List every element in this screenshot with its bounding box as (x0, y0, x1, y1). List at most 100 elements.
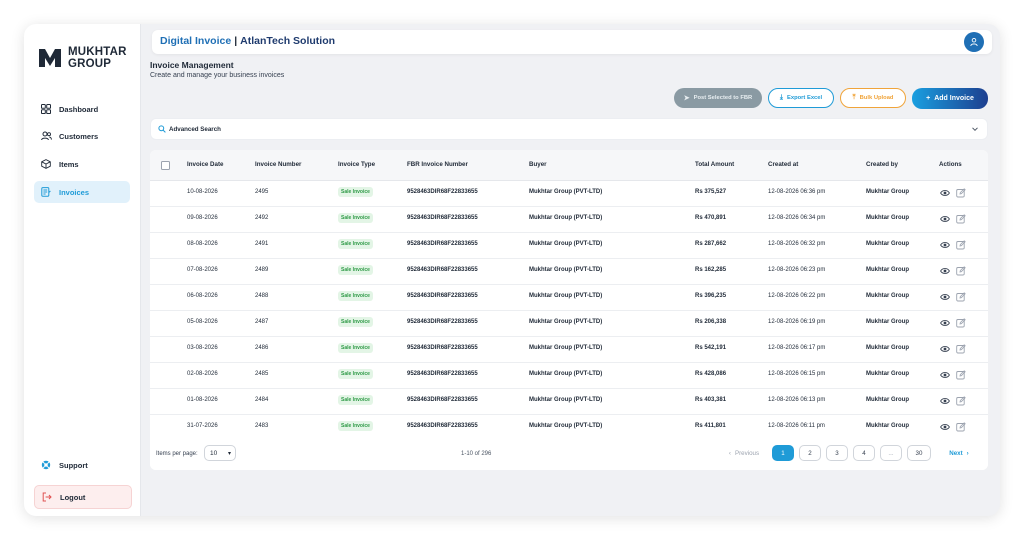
sidebar-item-label: Items (59, 159, 79, 169)
export-excel-label: Export Excel (786, 95, 823, 101)
logout-icon (41, 491, 53, 503)
page-button[interactable]: 3 (826, 445, 848, 461)
cell-created-by: Mukhtar Group (866, 241, 909, 247)
cell-buyer: Mukhtar Group (PVT-LTD) (529, 189, 603, 195)
view-icon[interactable] (939, 239, 950, 250)
cell-total-amount: Rs 411,801 (695, 423, 726, 429)
edit-icon[interactable] (955, 213, 966, 224)
header-invoice-number[interactable]: Invoice Number (255, 161, 301, 168)
items-per-page-select[interactable]: 10 ▾ (204, 445, 236, 461)
advanced-search-toggle[interactable]: Advanced Search (150, 118, 988, 140)
chevron-down-icon: ▾ (227, 451, 231, 457)
sidebar-item-label: Support (59, 460, 88, 470)
app-title: Digital Invoice | AtlanTech Solution (160, 35, 335, 47)
cell-fbr-invoice-number: 9528463DIR68F22833655 (407, 345, 478, 351)
post-to-fbr-button[interactable]: ➤ Post Selected to FBR (674, 88, 762, 108)
cell-total-amount: Rs 542,191 (695, 345, 727, 351)
view-icon[interactable] (939, 213, 950, 224)
cell-invoice-date: 09-08-2026 (187, 215, 218, 221)
previous-label: Previous (734, 449, 760, 457)
cell-fbr-invoice-number: 9528463DIR68F22833655 (407, 423, 478, 429)
header-invoice-date[interactable]: Invoice Date (187, 161, 223, 168)
header-fbr-invoice-number[interactable]: FBR Invoice Number (407, 161, 468, 168)
sidebar-item-invoices[interactable]: Invoices (34, 181, 130, 203)
cell-invoice-date: 03-08-2026 (187, 345, 218, 351)
view-icon[interactable] (939, 317, 950, 328)
page-button[interactable]: 2 (799, 445, 821, 461)
sidebar-item-label: Invoices (59, 187, 90, 197)
edit-icon[interactable] (955, 265, 966, 276)
view-icon[interactable] (939, 265, 950, 276)
header-total-amount[interactable]: Total Amount (695, 161, 734, 168)
cell-invoice-number: 2487 (255, 319, 269, 325)
view-icon[interactable] (939, 421, 950, 432)
cell-created-by: Mukhtar Group (866, 371, 909, 377)
pagination-range: 1-10 of 296 (461, 451, 492, 457)
cell-fbr-invoice-number: 9528463DIR68F22833655 (407, 241, 478, 247)
cell-created-at: 12-08-2026 06:17 pm (768, 345, 826, 351)
cell-created-at: 12-08-2026 06:34 pm (768, 215, 826, 221)
view-icon[interactable] (939, 395, 950, 406)
view-icon[interactable] (939, 291, 950, 302)
plus-icon: + (926, 95, 931, 102)
select-all-checkbox[interactable] (161, 161, 170, 170)
cell-invoice-number: 2484 (255, 397, 269, 403)
add-invoice-button[interactable]: + Add Invoice (912, 88, 988, 109)
app-title-primary: Digital Invoice (160, 35, 232, 47)
cell-created-at: 12-08-2026 06:11 pm (768, 423, 825, 429)
header-buyer[interactable]: Buyer (529, 161, 547, 168)
cell-created-by: Mukhtar Group (866, 293, 909, 299)
view-icon[interactable] (939, 369, 950, 380)
table-row: 02-08-2026 2485 Sale Invoice 9528463DIR68F2… (150, 362, 988, 389)
table-row: 03-08-2026 2486 Sale Invoice 9528463DIR68F2… (150, 336, 988, 363)
edit-icon[interactable] (955, 395, 966, 406)
header-created-at[interactable]: Created at (768, 161, 798, 168)
page-button[interactable]: 30 (907, 445, 931, 461)
export-excel-button[interactable]: ⤓ Export Excel (768, 88, 834, 108)
cell-buyer: Mukhtar Group (PVT-LTD) (529, 267, 603, 273)
view-icon[interactable] (939, 187, 950, 198)
sidebar-item-customers[interactable]: Customers (34, 125, 130, 147)
cell-invoice-number: 2488 (255, 293, 269, 299)
logout-button[interactable]: Logout (34, 485, 132, 509)
header-created-by[interactable]: Created by (866, 161, 898, 168)
bulk-upload-button[interactable]: ⤒ Bulk Upload (840, 88, 906, 108)
invoice-type-badge: Sale Invoice (338, 213, 373, 223)
cell-invoice-number: 2495 (255, 189, 269, 195)
edit-icon[interactable] (955, 239, 966, 250)
cell-created-by: Mukhtar Group (866, 397, 909, 403)
next-page-button[interactable]: Next › (944, 445, 974, 461)
edit-icon[interactable] (955, 291, 966, 302)
previous-page-button[interactable]: ‹ Previous (722, 445, 766, 461)
edit-icon[interactable] (955, 343, 966, 354)
cell-invoice-number: 2492 (255, 215, 269, 221)
cell-created-at: 12-08-2026 06:13 pm (768, 397, 826, 403)
invoice-type-badge: Sale Invoice (338, 265, 373, 275)
page-button[interactable]: 4 (853, 445, 875, 461)
box-icon (40, 158, 52, 170)
grid-icon (40, 103, 52, 115)
cell-buyer: Mukhtar Group (PVT-LTD) (529, 345, 603, 351)
header-invoice-type[interactable]: Invoice Type (338, 161, 375, 168)
cell-invoice-number: 2491 (255, 241, 269, 247)
view-icon[interactable] (939, 343, 950, 354)
sidebar-item-dashboard[interactable]: Dashboard (34, 98, 130, 120)
edit-icon[interactable] (955, 187, 966, 198)
items-per-page-label: Items per page: (156, 451, 198, 457)
page-button[interactable]: 1 (772, 445, 794, 461)
edit-icon[interactable] (955, 421, 966, 432)
user-avatar[interactable] (964, 32, 984, 52)
download-icon: ⤓ (779, 94, 783, 101)
edit-icon[interactable] (955, 369, 966, 380)
cell-created-by: Mukhtar Group (866, 319, 909, 325)
sidebar: MUKHTAR GROUP Dashboard Customers Items (24, 24, 141, 516)
sidebar-item-label: Customers (59, 131, 99, 141)
sidebar-item-support[interactable]: Support (34, 454, 130, 476)
sidebar-item-items[interactable]: Items (34, 153, 130, 175)
cell-created-at: 12-08-2026 06:22 pm (768, 293, 826, 299)
chevron-right-icon: › (966, 449, 969, 457)
edit-icon[interactable] (955, 317, 966, 328)
upload-icon: ⤒ (852, 94, 856, 101)
post-to-fbr-label: Post Selected to FBR (693, 95, 753, 101)
cell-invoice-date: 06-08-2026 (187, 293, 218, 299)
